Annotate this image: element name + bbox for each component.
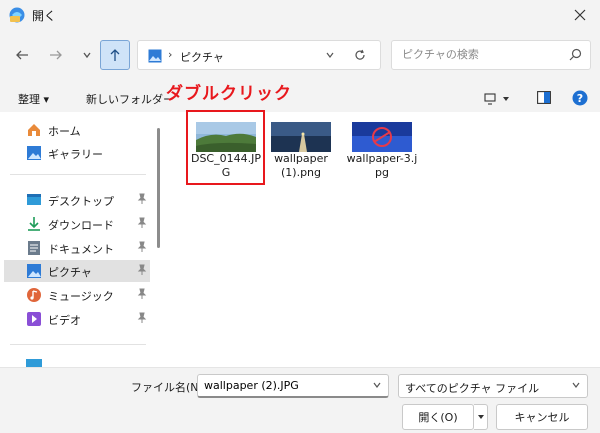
file-name: wallpaper-3.jpg: [346, 152, 418, 179]
sidebar-item-videos[interactable]: ビデオ: [4, 308, 150, 330]
refresh-button[interactable]: [352, 47, 368, 63]
pier-thumbnail: [271, 122, 331, 152]
window-title: 開く: [32, 9, 57, 23]
sidebar-divider: [10, 344, 146, 345]
search-box[interactable]: [391, 40, 591, 70]
sidebar-item-desktop[interactable]: デスクトップ: [4, 189, 150, 211]
file-item[interactable]: wallpaper-3.jpg: [344, 112, 420, 182]
sidebar-item-documents[interactable]: ドキュメント: [4, 237, 150, 259]
filename-label: ファイル名(N):: [131, 381, 207, 394]
chevron-down-icon: [477, 415, 484, 419]
view-options-icon: [484, 93, 496, 105]
preview-pane-icon: [537, 91, 551, 104]
pictures-icon: [148, 49, 162, 63]
sidebar-item-label: ビデオ: [48, 314, 81, 327]
filename-input[interactable]: [204, 379, 364, 392]
command-bar: 整理 ▾ 新しいフォルダー ?: [0, 84, 600, 114]
open-button[interactable]: 開く(O): [402, 404, 474, 430]
video-icon: [27, 312, 41, 326]
navigation-pane: ホーム ギャラリー デスクトップ ダウンロード ドキュメント ピクチャ ミュージ…: [0, 112, 150, 367]
search-input[interactable]: [402, 48, 562, 61]
pin-icon: [137, 264, 147, 275]
up-folder-button[interactable]: [100, 40, 130, 70]
close-icon: [574, 9, 586, 21]
title-bar: 開く: [0, 0, 600, 30]
chevron-down-icon: [572, 382, 580, 388]
chevron-down-icon: [503, 97, 509, 101]
blue-logo-thumbnail: [352, 122, 412, 152]
filename-combobox[interactable]: [197, 374, 389, 398]
back-button[interactable]: [11, 44, 33, 66]
folder-globe-icon: [9, 7, 25, 23]
document-icon: [28, 241, 40, 255]
arrow-left-icon: [16, 50, 28, 60]
refresh-icon: [355, 49, 365, 60]
address-bar[interactable]: › ピクチャ: [137, 40, 381, 70]
new-folder-button[interactable]: 新しいフォルダー: [86, 91, 174, 107]
help-button[interactable]: ?: [572, 90, 588, 109]
home-icon: [28, 124, 40, 136]
chevron-down-icon[interactable]: [372, 380, 382, 390]
sidebar-item-label: ドキュメント: [48, 243, 114, 256]
sidebar-item-label: ダウンロード: [48, 219, 114, 232]
close-button[interactable]: [560, 0, 600, 30]
file-name: wallpaper (1).png: [274, 152, 328, 179]
view-options-button[interactable]: [484, 91, 514, 107]
pin-icon: [137, 193, 147, 204]
sidebar-item-label: ミュージック: [48, 290, 114, 303]
organize-button[interactable]: 整理 ▾: [18, 91, 49, 107]
address-path[interactable]: ピクチャ: [180, 49, 224, 65]
music-icon: [27, 288, 41, 302]
filetype-value: すべてのピクチャ ファイル: [405, 382, 540, 395]
svg-text:?: ?: [577, 92, 583, 105]
address-separator: ›: [168, 48, 173, 61]
sidebar-item-music[interactable]: ミュージック: [4, 284, 150, 306]
pin-icon: [137, 312, 147, 323]
sidebar-divider: [10, 174, 146, 175]
address-history-button[interactable]: [322, 47, 338, 63]
preview-pane-button[interactable]: [537, 91, 551, 107]
sidebar-item-label: ピクチャ: [48, 266, 92, 279]
filetype-select[interactable]: すべてのピクチャ ファイル: [398, 374, 588, 398]
sidebar-scrollbar[interactable]: [157, 128, 160, 248]
navigation-bar: › ピクチャ: [0, 32, 600, 80]
pin-icon: [137, 217, 147, 228]
double-click-highlight-box: [186, 110, 265, 185]
sidebar-item-pictures[interactable]: ピクチャ: [4, 260, 150, 282]
sidebar-item-gallery[interactable]: ギャラリー: [4, 142, 150, 164]
forward-button[interactable]: [45, 44, 67, 66]
sidebar-item-label: ホーム: [48, 125, 81, 138]
pin-icon: [137, 241, 147, 252]
chevron-down-icon: [83, 52, 91, 59]
chevron-down-icon: [326, 52, 334, 58]
search-icon: [569, 48, 582, 61]
sidebar-item-home[interactable]: ホーム: [4, 119, 150, 141]
this-pc-icon: [26, 359, 42, 367]
arrow-up-icon: [110, 49, 120, 61]
cancel-button[interactable]: キャンセル: [496, 404, 588, 430]
dialog-footer: ファイル名(N): すべてのピクチャ ファイル 開く(O) キャンセル: [0, 367, 600, 433]
download-icon: [28, 217, 40, 231]
open-options-button[interactable]: [474, 404, 488, 430]
pin-icon: [137, 288, 147, 299]
double-click-annotation: ダブルクリック: [166, 84, 292, 104]
pictures-icon: [27, 264, 41, 278]
recent-locations-button[interactable]: [76, 44, 98, 66]
file-item[interactable]: wallpaper (1).png: [263, 112, 339, 182]
sidebar-item-label: デスクトップ: [48, 195, 114, 208]
help-icon: ?: [572, 90, 588, 106]
desktop-icon: [27, 194, 41, 205]
sidebar-item-label: ギャラリー: [48, 148, 103, 161]
sidebar-item-downloads[interactable]: ダウンロード: [4, 213, 150, 235]
arrow-right-icon: [50, 50, 62, 60]
gallery-icon: [27, 146, 41, 160]
